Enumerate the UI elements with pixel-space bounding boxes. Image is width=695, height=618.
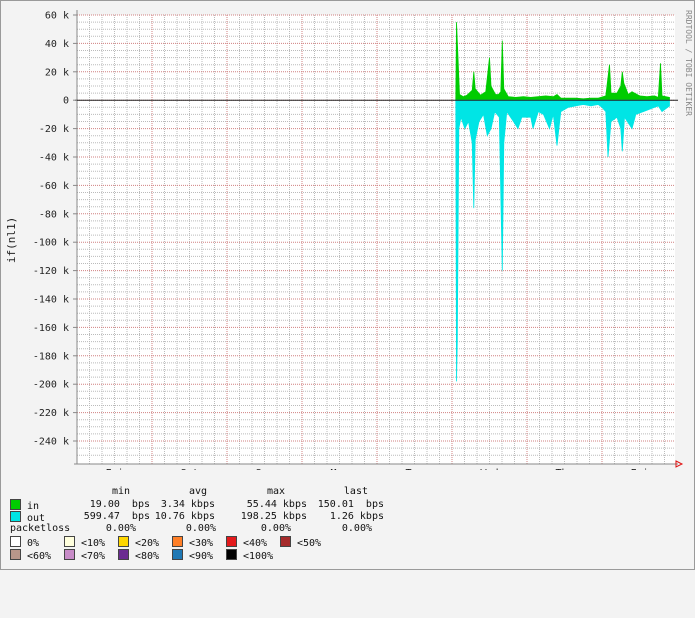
y-tick-label: 20 k <box>45 67 69 78</box>
loss-scale-label: <70% <box>81 551 106 562</box>
loss-scale-item: <60% <box>10 549 51 563</box>
loss-scale-row-2: <60% <70% <80% <90% <100% <box>10 549 690 563</box>
in-max: 55.44 kbps <box>246 499 307 510</box>
loss-scale-label: <100% <box>243 551 274 562</box>
y-tick-label: -120 k <box>33 266 69 277</box>
loss-scale-item: <30% <box>172 536 213 550</box>
legend-row-packetloss: packetloss 0.00% 0.00% 0.00% 0.00% <box>10 523 690 535</box>
out-max: 198.25 kbps <box>240 511 307 522</box>
legend-header: min avg max last <box>10 486 690 498</box>
loss-scale-label: <60% <box>27 551 52 562</box>
loss-scale-label: <10% <box>81 538 106 549</box>
loss-color-swatch <box>118 549 129 560</box>
y-tick-label: -100 k <box>33 238 69 249</box>
x-tick-labels: Fri Sat Sun Mon Tue Wed Thu Fri <box>105 468 648 470</box>
plot-area <box>77 15 675 464</box>
loss-scale-label: <80% <box>135 551 160 562</box>
loss-scale-item: <100% <box>226 549 273 563</box>
x-tick-label: Sun <box>255 468 273 470</box>
y-tick-label: 0 <box>63 96 69 107</box>
loss-scale-item: <20% <box>118 536 159 550</box>
out-swatch <box>10 511 21 522</box>
loss-color-swatch <box>172 536 183 547</box>
legend-row-in: in 19.00 bps 3.34 kbps 55.44 kbps 150.01… <box>10 499 690 512</box>
loss-color-swatch <box>280 536 291 547</box>
out-last: 1.26 kbps <box>329 511 384 522</box>
loss-scale-label: 0% <box>27 538 40 549</box>
x-tick-label: Tue <box>405 468 423 470</box>
loss-scale-item: <50% <box>280 536 321 550</box>
y-tick-label: -40 k <box>39 153 69 164</box>
loss-scale-item: <90% <box>172 549 213 563</box>
y-tick-label: -220 k <box>33 408 69 419</box>
loss-scale-item: <70% <box>64 549 105 563</box>
loss-color-swatch <box>172 549 183 560</box>
legend-header-avg: avg <box>188 486 207 497</box>
x-tick-label: Sat <box>180 468 198 470</box>
x-tick-label: Thu <box>555 468 573 470</box>
loss-scale-item: <10% <box>64 536 105 550</box>
loss-scale-label: <50% <box>297 538 322 549</box>
loss-color-swatch <box>226 549 237 560</box>
in-last: 150.01 bps <box>317 499 384 510</box>
y-tick-label: -20 k <box>39 124 69 135</box>
y-tick-label: -180 k <box>33 351 69 362</box>
legend-row-out: out 599.47 bps 10.76 kbps 198.25 kbps 1.… <box>10 511 690 524</box>
in-swatch <box>10 499 21 510</box>
loss-scale-item: 0% <box>10 536 39 550</box>
y-tick-label: -200 k <box>33 380 69 391</box>
y-tick-label: 60 k <box>45 11 69 22</box>
watermark: RRDTOOL / TOBI OETIKER <box>684 10 693 116</box>
y-tick-label: 40 k <box>45 39 69 50</box>
y-tick-label: -80 k <box>39 209 69 220</box>
packetloss-min: 0.00% <box>105 523 136 534</box>
loss-color-swatch <box>10 549 21 560</box>
loss-scale-label: <40% <box>243 538 268 549</box>
traffic-chart: 60 k 40 k 20 k 0 -20 k -40 k -60 k -80 k -100 k -… <box>5 10 693 470</box>
y-tick-label: -240 k <box>33 437 69 448</box>
y-tick-label: -140 k <box>33 295 69 306</box>
loss-scale-label: <20% <box>135 538 160 549</box>
out-avg: 10.76 kbps <box>154 511 215 522</box>
legend: min avg max last in 19.00 bps 3.34 kbps … <box>10 486 690 566</box>
packetloss-avg: 0.00% <box>185 523 216 534</box>
y-tick-label: -160 k <box>33 323 69 334</box>
loss-scale-row-1: 0% <10% <20% <30% <40% <50% <box>10 536 690 550</box>
x-tick-label: Fri <box>630 468 648 470</box>
legend-header-max: max <box>266 486 285 497</box>
y-axis-label: if(nl1) <box>5 217 18 263</box>
loss-scale-label: <30% <box>189 538 214 549</box>
loss-color-swatch <box>64 549 75 560</box>
packetloss-max: 0.00% <box>260 523 291 534</box>
loss-color-swatch <box>226 536 237 547</box>
x-tick-label: Fri <box>105 468 123 470</box>
packetloss-last: 0.00% <box>341 523 372 534</box>
loss-scale-item: <80% <box>118 549 159 563</box>
loss-color-swatch <box>10 536 21 547</box>
legend-header-last: last <box>343 486 368 497</box>
loss-scale-label: <90% <box>189 551 214 562</box>
loss-color-swatch <box>64 536 75 547</box>
packetloss-label: packetloss <box>10 523 71 534</box>
y-tick-labels: 60 k 40 k 20 k 0 -20 k -40 k -60 k -80 k -100 k -… <box>33 11 69 448</box>
legend-header-min: min <box>111 486 130 497</box>
loss-scale-item: <40% <box>226 536 267 550</box>
x-tick-label: Wed <box>480 468 498 470</box>
y-tick-label: -60 k <box>39 181 69 192</box>
in-avg: 3.34 kbps <box>160 499 215 510</box>
loss-color-swatch <box>118 536 129 547</box>
x-tick-label: Mon <box>330 468 348 470</box>
